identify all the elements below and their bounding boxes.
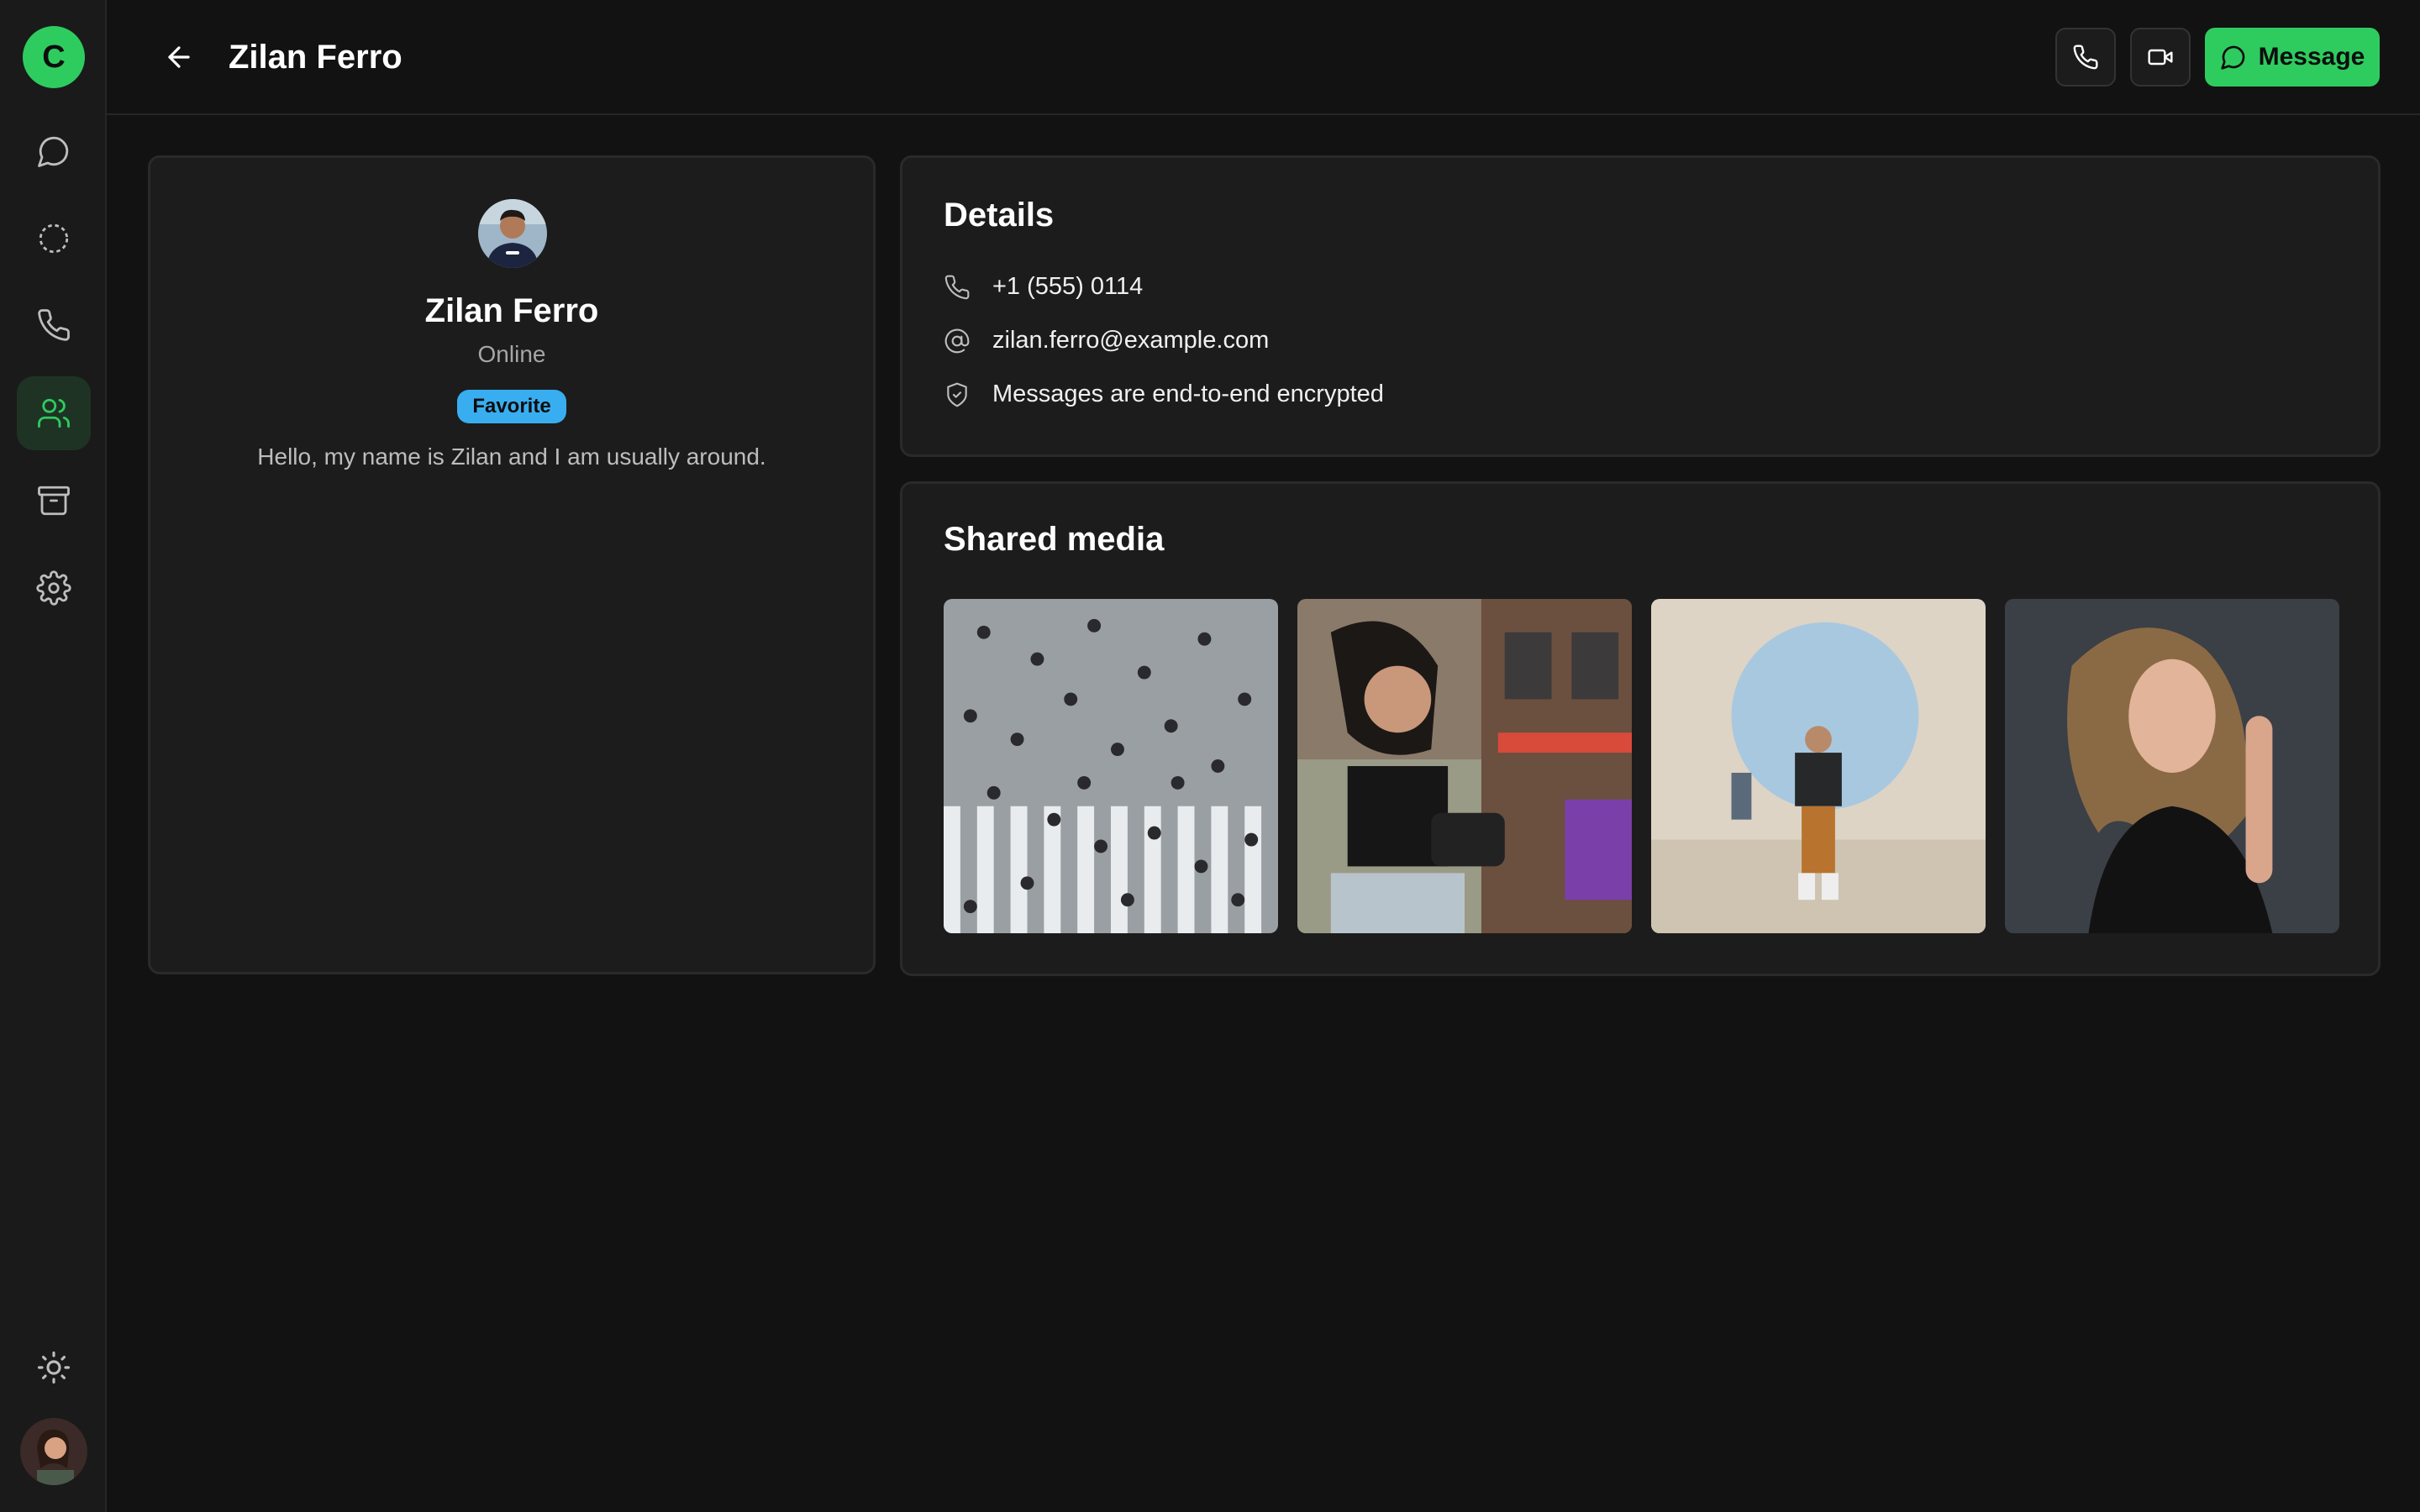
sidebar-item-calls[interactable]: [17, 288, 91, 362]
video-call-button[interactable]: [2130, 28, 2191, 87]
page-title: Zilan Ferro: [229, 39, 402, 76]
at-sign-icon: [944, 328, 970, 353]
voice-call-button[interactable]: [2055, 28, 2116, 87]
shared-media-title: Shared media: [944, 521, 1165, 558]
sidebar: C: [0, 0, 107, 1512]
detail-phone-row[interactable]: +1 (555) 0114: [944, 273, 1143, 301]
users-icon: [38, 398, 70, 428]
sidebar-item-archive[interactable]: [17, 464, 91, 538]
media-thumbnail-man-sitting[interactable]: [1651, 599, 1986, 933]
contact-status: Online: [477, 341, 546, 367]
media-thumbnail-crowd[interactable]: [944, 599, 1278, 933]
back-button[interactable]: [154, 34, 204, 81]
theme-toggle-button[interactable]: [17, 1331, 91, 1404]
sidebar-item-contacts[interactable]: [17, 376, 91, 450]
gear-icon: [36, 570, 71, 606]
media-thumbnail-portrait-woman[interactable]: [2005, 599, 2339, 933]
detail-email-row[interactable]: zilan.ferro@example.com: [944, 327, 1269, 354]
phone-icon: [2073, 45, 2098, 70]
contact-bio: Hello, my name is Zilan and I am usually…: [257, 444, 766, 470]
contact-avatar: [478, 199, 547, 268]
sun-icon: [37, 1351, 71, 1384]
shared-media-card: Shared media: [900, 481, 2381, 976]
sidebar-item-status[interactable]: [17, 202, 91, 276]
phone-icon: [944, 275, 970, 299]
chat-bubble-icon: [2220, 45, 2244, 70]
phone-number: +1 (555) 0114: [992, 273, 1144, 300]
contact-name: Zilan Ferro: [424, 292, 599, 329]
video-camera-icon: [2148, 49, 2173, 66]
encryption-note: Messages are end-to-end encrypted: [992, 381, 1384, 407]
media-thumbnail-camera-woman[interactable]: [1297, 599, 1632, 933]
detail-encryption-row: Messages are end-to-end encrypted: [944, 381, 1384, 408]
shield-check-icon: [947, 382, 967, 407]
email-address: zilan.ferro@example.com: [992, 327, 1270, 354]
arrow-left-icon: [168, 46, 190, 68]
profile-card: Zilan Ferro Online Favorite Hello, my na…: [148, 155, 876, 974]
app-logo[interactable]: C: [23, 26, 85, 88]
details-title: Details: [944, 197, 1055, 234]
sidebar-item-chats[interactable]: [17, 114, 91, 188]
dashed-circle-icon: [39, 223, 69, 254]
details-card: Details +1 (555) 0114 zilan.ferro@exampl…: [900, 155, 2381, 457]
header: Zilan Ferro Message: [107, 0, 2420, 115]
sidebar-item-settings[interactable]: [17, 551, 91, 625]
chat-bubble-icon: [38, 136, 69, 167]
current-user-avatar[interactable]: [20, 1418, 87, 1485]
message-button[interactable]: Message: [2205, 28, 2380, 87]
archive-icon: [38, 486, 70, 516]
favorite-badge: Favorite: [457, 390, 566, 423]
message-button-label: Message: [2258, 43, 2365, 71]
phone-icon: [38, 309, 70, 341]
